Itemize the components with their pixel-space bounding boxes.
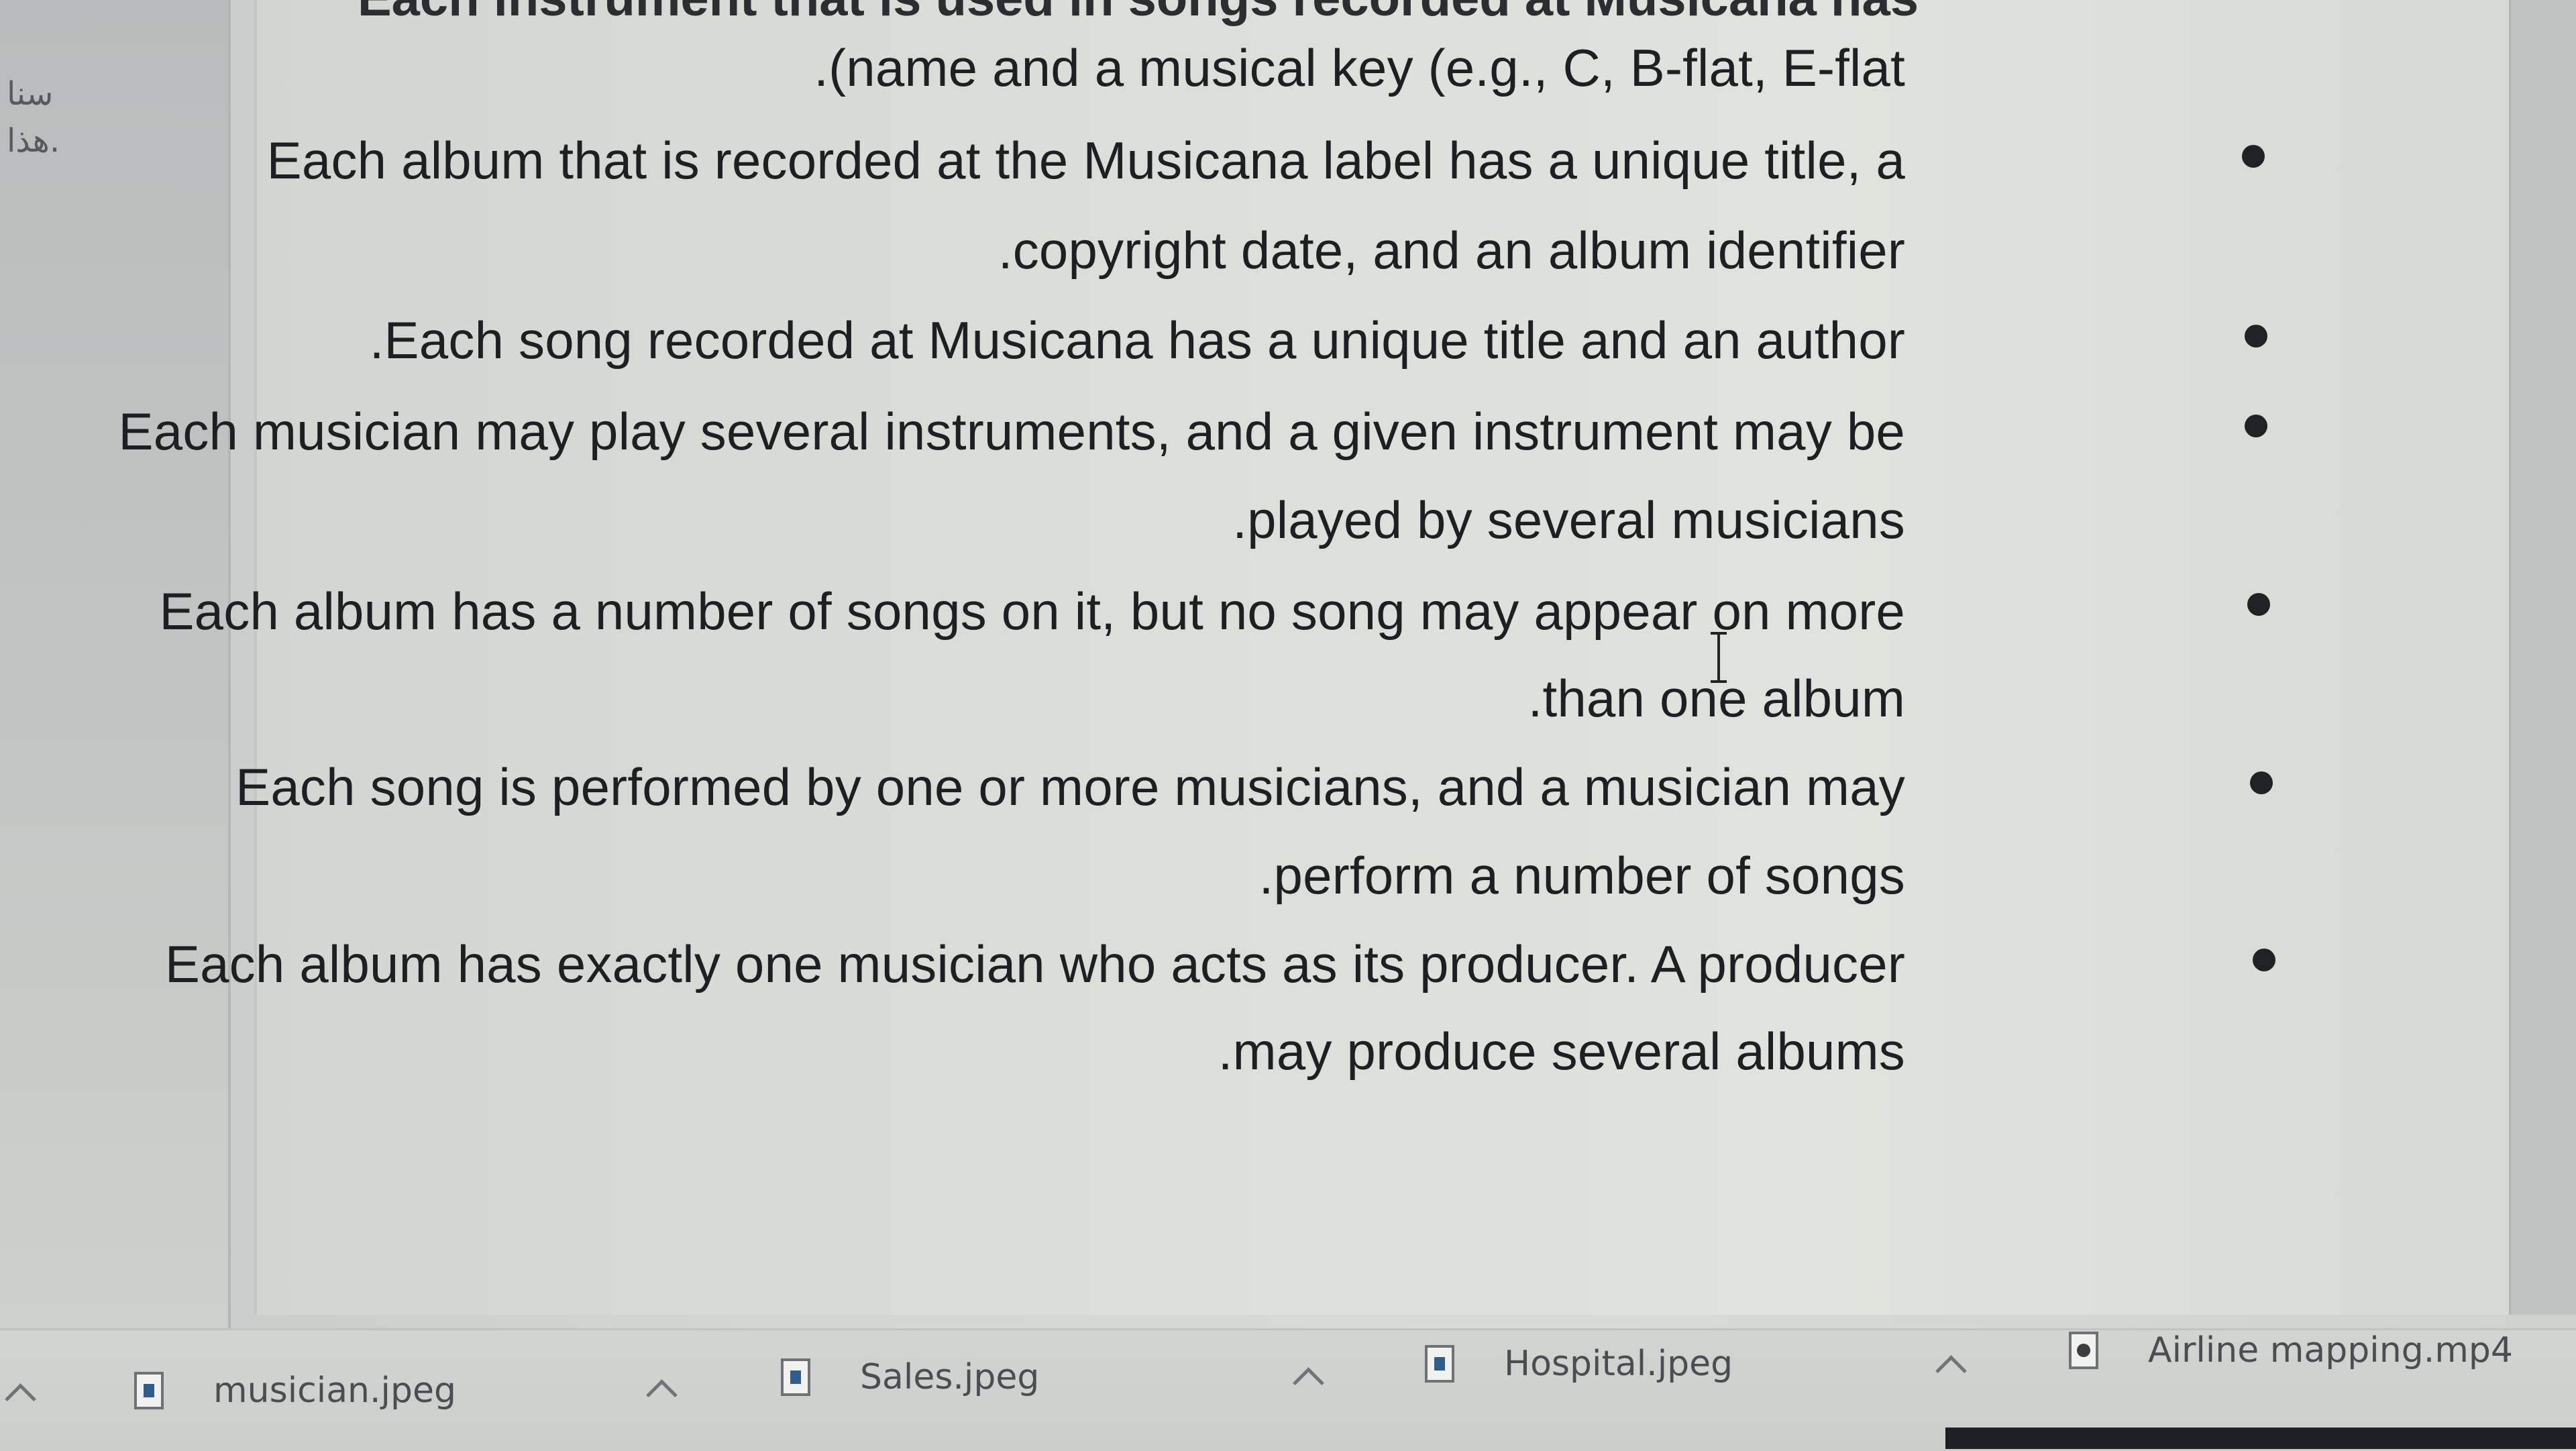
scrollbar-area[interactable] — [2509, 0, 2576, 1315]
text-line: .played by several musicians — [1232, 490, 1905, 549]
bullet-icon — [2253, 949, 2275, 971]
chevron-up-icon[interactable] — [1935, 1355, 1967, 1387]
download-item-name: musician.jpeg — [213, 1371, 456, 1411]
text-line: .perform a number of songs — [1258, 846, 1905, 905]
image-file-icon — [134, 1372, 164, 1409]
bullet-icon — [2247, 593, 2270, 616]
taskbar-edge — [1945, 1428, 2576, 1449]
download-item-name: Hospital.jpeg — [1504, 1344, 1733, 1384]
download-item-name: Airline mapping.mp4 — [2148, 1330, 2513, 1371]
download-item-airline-mapping[interactable]: Airline mapping.mp4 — [2069, 1310, 2513, 1391]
bullet-icon — [2245, 325, 2267, 347]
bullet-text-line: Each album that is recorded at the Music… — [266, 131, 1905, 190]
video-file-icon — [2069, 1332, 2098, 1369]
chevron-up-icon[interactable] — [5, 1383, 36, 1415]
text-line: .may produce several albums — [1218, 1022, 1905, 1081]
download-item-name: Sales.jpeg — [860, 1357, 1040, 1397]
text-cursor-icon — [1711, 632, 1727, 683]
download-item-sales[interactable]: Sales.jpeg — [781, 1337, 1039, 1417]
bullet-icon — [2250, 771, 2273, 794]
image-file-icon — [1425, 1345, 1454, 1383]
cut-off-text-line: Each instrument that is used in songs re… — [358, 0, 1919, 28]
bullet-text-line: .Each song recorded at Musicana has a un… — [369, 311, 1905, 370]
image-file-icon — [781, 1358, 810, 1396]
bullet-icon — [2242, 145, 2265, 168]
chevron-up-icon[interactable] — [646, 1379, 678, 1411]
bullet-icon — [2245, 415, 2267, 437]
text-line: .(name and a musical key (e.g., C, B-fla… — [814, 38, 1905, 97]
bullet-text-line: Each musician may play several instrumen… — [118, 402, 1905, 461]
download-item-hospital[interactable]: Hospital.jpeg — [1425, 1324, 1733, 1404]
bullet-text-line: Each album has a number of songs on it, … — [159, 582, 1905, 641]
document-content[interactable]: Each instrument that is used in songs re… — [0, 0, 2281, 1275]
bullet-text-line: Each album has exactly one musician who … — [164, 934, 1905, 993]
bullet-text-line: Each song is performed by one or more mu… — [235, 757, 1905, 816]
chevron-up-icon[interactable] — [1293, 1367, 1324, 1399]
download-item-musician[interactable]: musician.jpeg — [134, 1350, 456, 1431]
text-line: .copyright date, and an album identifier — [998, 221, 1905, 280]
screen: سنا .هذا Each instrument that is used in… — [0, 0, 2576, 1451]
